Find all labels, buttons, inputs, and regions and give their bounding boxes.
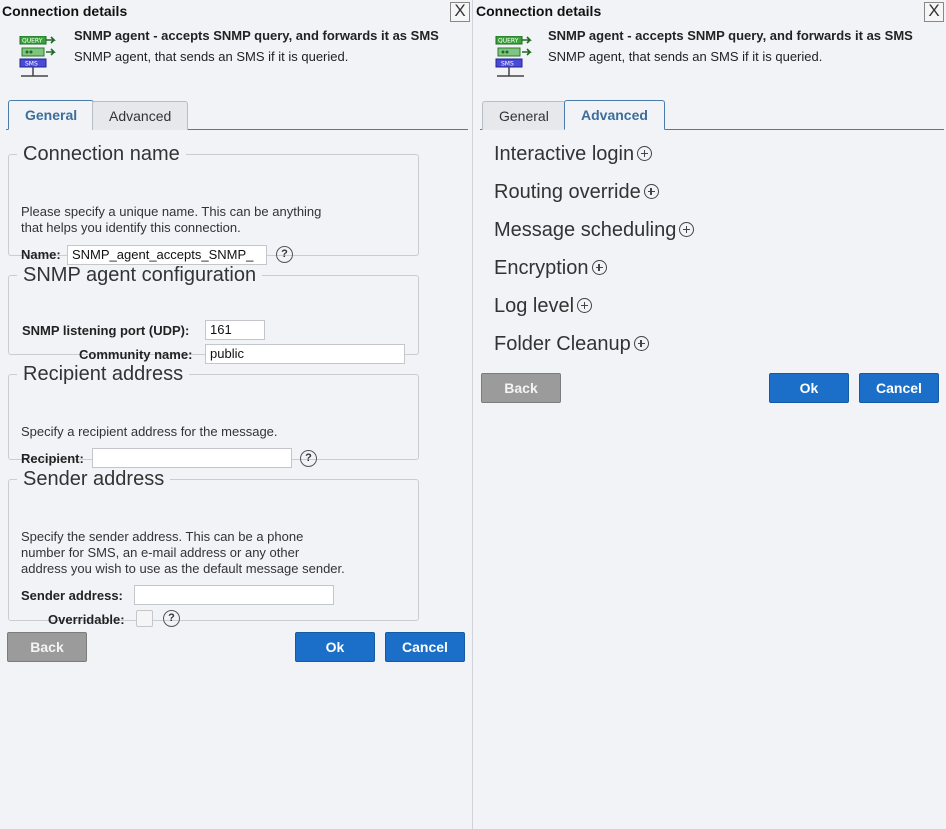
- overridable-checkbox[interactable]: [136, 610, 153, 627]
- sender-legend: Sender address: [23, 468, 165, 490]
- connection-type-title: SNMP agent - accepts SNMP query, and for…: [74, 28, 439, 43]
- window-title: Connection details: [2, 3, 128, 19]
- connection-name-legend: Connection name: [23, 143, 180, 165]
- sender-address-label: Sender address:: [21, 588, 123, 603]
- overridable-label: Overridable:: [48, 612, 125, 627]
- section-routing-override[interactable]: Routing override: [494, 181, 659, 204]
- name-input[interactable]: SNMP_agent_accepts_SNMP_: [67, 245, 267, 265]
- section-interactive-login[interactable]: Interactive login: [494, 143, 653, 166]
- snmp-config-legend: SNMP agent configuration: [23, 264, 257, 286]
- snmp-port-input[interactable]: 161: [205, 320, 265, 340]
- section-folder-cleanup[interactable]: Folder Cleanup: [494, 333, 649, 356]
- community-name-input[interactable]: public: [205, 344, 405, 364]
- expand-plus-icon[interactable]: [679, 222, 695, 238]
- tab-advanced[interactable]: Advanced: [564, 100, 665, 130]
- sender-address-input[interactable]: [134, 585, 334, 605]
- snmp-sms-icon: QUERY SMS: [495, 36, 532, 77]
- sender-group: Sender address Specify the sender addres…: [8, 468, 419, 627]
- snmp-sms-icon: QUERY SMS: [19, 36, 56, 77]
- name-label: Name:: [21, 247, 61, 262]
- sender-help-2: number for SMS, an e-mail address or any…: [21, 545, 300, 560]
- connection-name-help-1: Please specify a unique name. This can b…: [21, 204, 322, 219]
- name-help-button[interactable]: ?: [276, 246, 293, 263]
- connection-type-description: SNMP agent, that sends an SMS if it is q…: [548, 49, 823, 64]
- connection-dialog-advanced: Connection details X QUERY SMS SNMP agen…: [474, 0, 946, 829]
- dialog-header: QUERY SMS SNMP agent - accepts SNMP quer…: [0, 26, 472, 86]
- snmp-config-group: SNMP agent configuration SNMP listening …: [8, 264, 419, 364]
- section-log-level[interactable]: Log level: [494, 295, 593, 318]
- recipient-label: Recipient:: [21, 451, 84, 466]
- section-label: Message scheduling: [494, 219, 677, 241]
- svg-text:QUERY: QUERY: [22, 38, 43, 45]
- section-encryption[interactable]: Encryption: [494, 257, 607, 280]
- connection-type-description: SNMP agent, that sends an SMS if it is q…: [74, 49, 349, 64]
- tab-general[interactable]: General: [482, 101, 566, 130]
- section-label: Log level: [494, 295, 575, 317]
- recipient-help-button[interactable]: ?: [300, 450, 317, 467]
- snmp-port-label: SNMP listening port (UDP):: [22, 323, 190, 338]
- expand-plus-icon[interactable]: [643, 184, 659, 200]
- section-label: Encryption: [494, 257, 589, 279]
- back-button[interactable]: Back: [481, 373, 561, 403]
- section-label: Routing override: [494, 181, 641, 203]
- cancel-button[interactable]: Cancel: [859, 373, 939, 403]
- window-title: Connection details: [476, 3, 602, 19]
- recipient-input[interactable]: [92, 448, 292, 468]
- connection-dialog-general: Connection details X QUERY SMS SNMP agen…: [0, 0, 473, 829]
- overridable-help-button[interactable]: ?: [163, 610, 180, 627]
- close-button[interactable]: X: [450, 2, 470, 22]
- ok-button[interactable]: Ok: [769, 373, 849, 403]
- connection-type-title: SNMP agent - accepts SNMP query, and for…: [548, 28, 913, 43]
- back-button[interactable]: Back: [7, 632, 87, 662]
- sender-help-1: Specify the sender address. This can be …: [21, 529, 304, 544]
- svg-text:QUERY: QUERY: [498, 38, 519, 45]
- ok-button[interactable]: Ok: [295, 632, 375, 662]
- expand-plus-icon[interactable]: [591, 260, 607, 276]
- tab-general[interactable]: General: [8, 100, 95, 130]
- expand-plus-icon[interactable]: [637, 146, 653, 162]
- expand-plus-icon[interactable]: [577, 298, 593, 314]
- cancel-button[interactable]: Cancel: [385, 632, 465, 662]
- section-label: Folder Cleanup: [494, 333, 631, 355]
- connection-name-help-2: that helps you identify this connection.: [21, 220, 241, 235]
- community-name-label: Community name:: [79, 347, 193, 362]
- section-label: Interactive login: [494, 143, 635, 165]
- svg-text:SMS: SMS: [25, 61, 38, 68]
- close-button[interactable]: X: [924, 2, 944, 22]
- tab-bar: General Advanced: [480, 100, 944, 130]
- dialog-header: QUERY SMS SNMP agent - accepts SNMP quer…: [474, 26, 946, 86]
- connection-name-group: Connection name Please specify a unique …: [8, 143, 419, 265]
- svg-text:SMS: SMS: [501, 61, 514, 68]
- expand-plus-icon[interactable]: [633, 336, 649, 352]
- section-message-scheduling[interactable]: Message scheduling: [494, 219, 695, 242]
- recipient-help: Specify a recipient address for the mess…: [21, 424, 278, 439]
- tab-advanced[interactable]: Advanced: [92, 101, 189, 130]
- tab-bar: General Advanced: [6, 100, 468, 130]
- sender-help-3: address you wish to use as the default m…: [21, 561, 345, 576]
- recipient-legend: Recipient address: [23, 363, 184, 385]
- recipient-group: Recipient address Specify a recipient ad…: [8, 363, 419, 468]
